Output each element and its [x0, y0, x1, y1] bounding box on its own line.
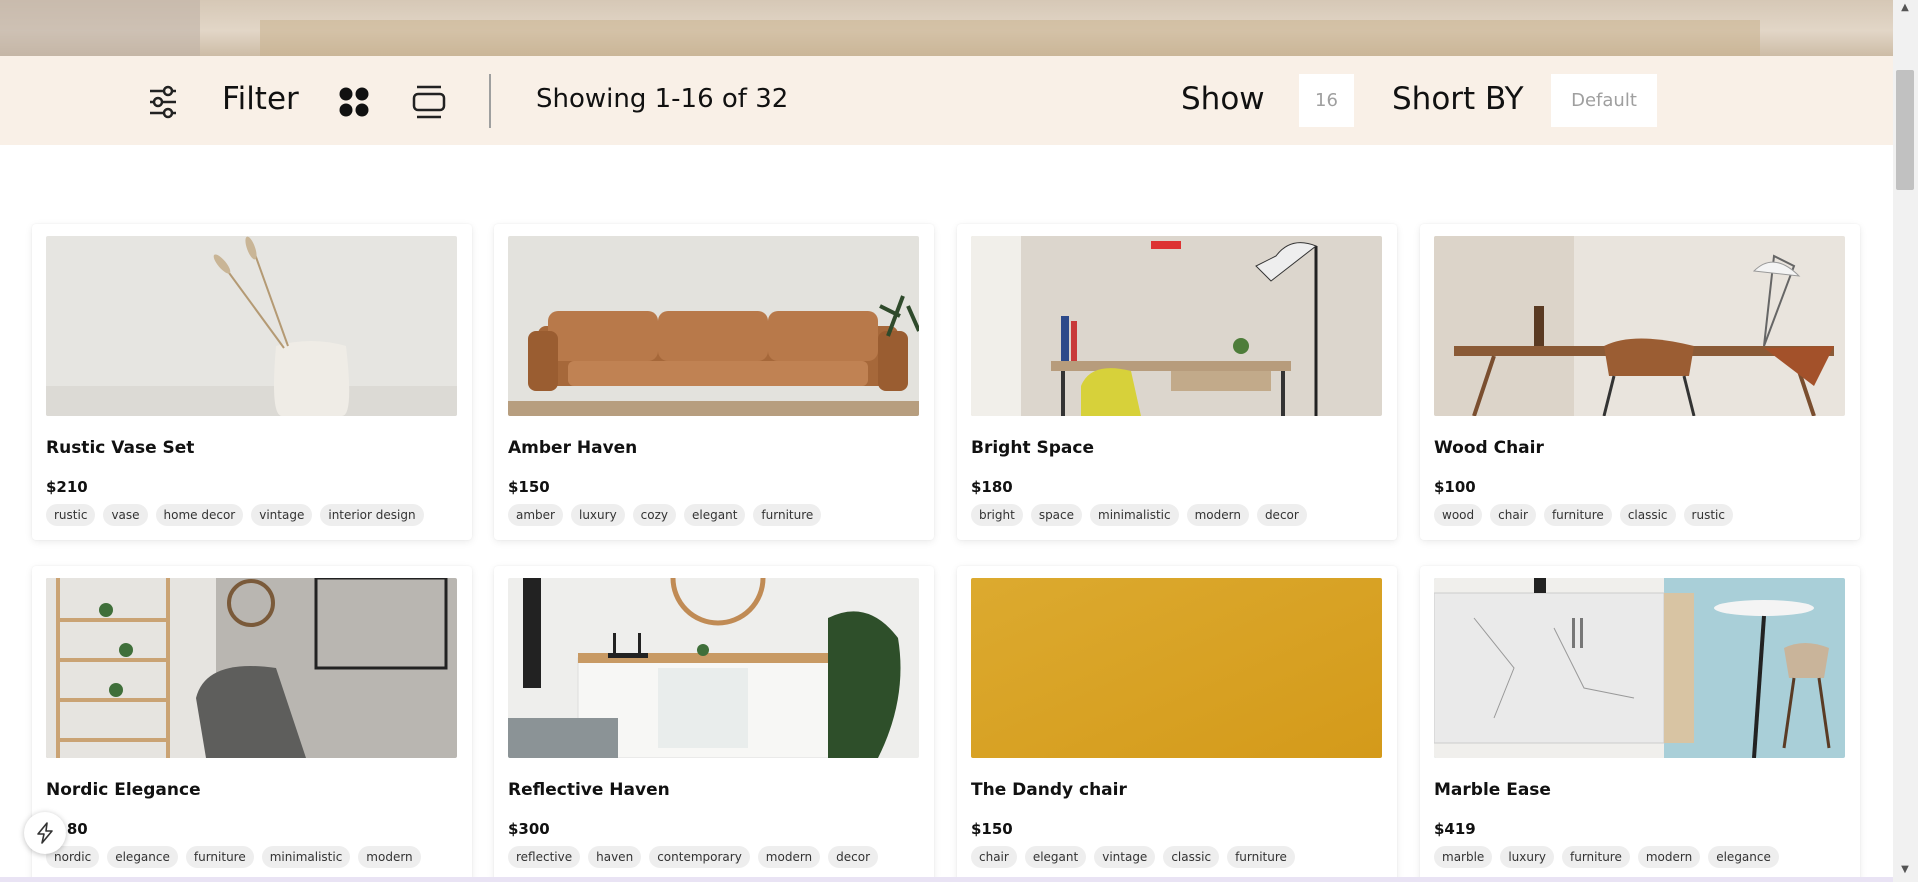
- product-image[interactable]: [1434, 578, 1845, 758]
- product-tags: bright space minimalistic modern decor: [971, 504, 1307, 526]
- product-tags: chair elegant vintage classic furniture: [971, 846, 1295, 868]
- product-tag[interactable]: chair: [1490, 504, 1536, 526]
- list-view-icon[interactable]: [412, 84, 446, 120]
- product-tag[interactable]: furniture: [1562, 846, 1630, 868]
- product-tag[interactable]: furniture: [1227, 846, 1295, 868]
- product-tag[interactable]: space: [1030, 504, 1083, 526]
- product-price: $150: [508, 478, 550, 496]
- product-tag[interactable]: luxury: [570, 504, 625, 526]
- product-tags: amber luxury cozy elegant furniture: [508, 504, 822, 526]
- grid-view-icon[interactable]: [338, 86, 370, 118]
- product-card[interactable]: Rustic Vase Set $210 rustic vase home decor v…: [32, 224, 472, 540]
- product-card[interactable]: The Dandy chair $150 chair elegant vintage cl…: [957, 566, 1397, 882]
- product-image[interactable]: [1434, 236, 1845, 416]
- filter-label[interactable]: Filter: [222, 81, 299, 117]
- hero-banner-image: [0, 0, 1893, 56]
- product-tag[interactable]: home decor: [155, 504, 244, 526]
- product-tag[interactable]: classic: [1163, 846, 1220, 868]
- product-tag[interactable]: minimalistic: [261, 846, 351, 868]
- product-tag[interactable]: vase: [103, 504, 148, 526]
- filter-divider: [489, 74, 491, 128]
- product-tag[interactable]: decor: [828, 846, 879, 868]
- product-card[interactable]: Bright Space $180 bright space minimalistic m…: [957, 224, 1397, 540]
- product-title[interactable]: Reflective Haven: [508, 780, 670, 800]
- product-tag[interactable]: modern: [757, 846, 821, 868]
- product-tag[interactable]: furniture: [753, 504, 822, 526]
- scrollbar-thumb[interactable]: [1896, 70, 1914, 190]
- product-price: $419: [1434, 820, 1476, 838]
- product-tag[interactable]: elegant: [684, 504, 746, 526]
- product-tags: reflective haven contemporary modern decor: [508, 846, 879, 868]
- show-label: Show: [1181, 81, 1265, 117]
- product-tag[interactable]: furniture: [1543, 504, 1612, 526]
- product-tags: wood chair furniture classic rustic: [1434, 504, 1733, 526]
- product-tag[interactable]: modern: [1637, 846, 1701, 868]
- product-tags: marble luxury furniture modern elegance: [1434, 846, 1779, 868]
- product-tag[interactable]: classic: [1619, 504, 1676, 526]
- product-tag[interactable]: vintage: [1094, 846, 1156, 868]
- product-tag[interactable]: decor: [1256, 504, 1307, 526]
- product-tags: nordic elegance furniture minimalistic moder…: [46, 846, 421, 868]
- product-tag[interactable]: chair: [971, 846, 1017, 868]
- product-tag[interactable]: interior design: [320, 504, 424, 526]
- product-tag[interactable]: modern: [1186, 504, 1249, 526]
- product-price: $100: [1434, 478, 1476, 496]
- product-tag[interactable]: haven: [588, 846, 642, 868]
- product-price: $300: [508, 820, 550, 838]
- product-tag[interactable]: reflective: [508, 846, 581, 868]
- product-price: $150: [971, 820, 1013, 838]
- product-image[interactable]: [508, 578, 919, 758]
- sort-label: Short BY: [1392, 81, 1524, 117]
- product-image[interactable]: [46, 578, 457, 758]
- product-price: $210: [46, 478, 88, 496]
- product-tags: rustic vase home decor vintage interior desi…: [46, 504, 424, 526]
- product-tag[interactable]: contemporary: [649, 846, 750, 868]
- show-count-input[interactable]: 16: [1299, 74, 1354, 127]
- bottom-border: [0, 877, 1893, 882]
- product-tag[interactable]: elegance: [1708, 846, 1779, 868]
- lightning-icon[interactable]: [24, 812, 66, 854]
- product-title[interactable]: Marble Ease: [1434, 780, 1551, 800]
- sliders-icon[interactable]: [148, 85, 178, 119]
- product-tag[interactable]: bright: [971, 504, 1023, 526]
- product-tag[interactable]: rustic: [46, 504, 96, 526]
- product-title[interactable]: The Dandy chair: [971, 780, 1127, 800]
- product-tag[interactable]: rustic: [1683, 504, 1733, 526]
- product-title[interactable]: Rustic Vase Set: [46, 438, 194, 458]
- product-title[interactable]: Wood Chair: [1434, 438, 1544, 458]
- product-tag[interactable]: vintage: [251, 504, 313, 526]
- product-title[interactable]: Amber Haven: [508, 438, 637, 458]
- shop-page: Filter Showing 1-16 of 32 Show 16 Short …: [0, 0, 1918, 882]
- product-card[interactable]: Wood Chair $100 wood chair furniture classic r…: [1420, 224, 1860, 540]
- showing-results-text: Showing 1-16 of 32: [536, 84, 789, 114]
- product-image[interactable]: [971, 236, 1382, 416]
- product-tag[interactable]: marble: [1434, 846, 1493, 868]
- product-tag[interactable]: luxury: [1500, 846, 1554, 868]
- product-image[interactable]: [971, 578, 1382, 758]
- product-title[interactable]: Bright Space: [971, 438, 1094, 458]
- product-card[interactable]: Nordic Elegance $180 nordic elegance furnitu…: [32, 566, 472, 882]
- product-card[interactable]: Marble Ease $419 marble luxury furniture mode…: [1420, 566, 1860, 882]
- sort-select[interactable]: Default: [1551, 74, 1657, 127]
- scroll-down-arrow-icon[interactable]: ▼: [1898, 864, 1912, 878]
- product-tag[interactable]: wood: [1434, 504, 1483, 526]
- product-tag[interactable]: minimalistic: [1090, 504, 1179, 526]
- product-tag[interactable]: elegant: [1024, 846, 1087, 868]
- product-tag[interactable]: amber: [508, 504, 563, 526]
- product-tag[interactable]: cozy: [632, 504, 677, 526]
- product-card[interactable]: Reflective Haven $300 reflective haven conte…: [494, 566, 934, 882]
- product-card[interactable]: Amber Haven $150 amber luxury cozy elegant fur…: [494, 224, 934, 540]
- product-title[interactable]: Nordic Elegance: [46, 780, 201, 800]
- product-image[interactable]: [508, 236, 919, 416]
- product-price: $180: [971, 478, 1013, 496]
- product-tag[interactable]: modern: [358, 846, 421, 868]
- product-image[interactable]: [46, 236, 457, 416]
- product-tag[interactable]: furniture: [185, 846, 254, 868]
- scroll-up-arrow-icon[interactable]: ▲: [1898, 2, 1912, 16]
- product-tag[interactable]: elegance: [107, 846, 178, 868]
